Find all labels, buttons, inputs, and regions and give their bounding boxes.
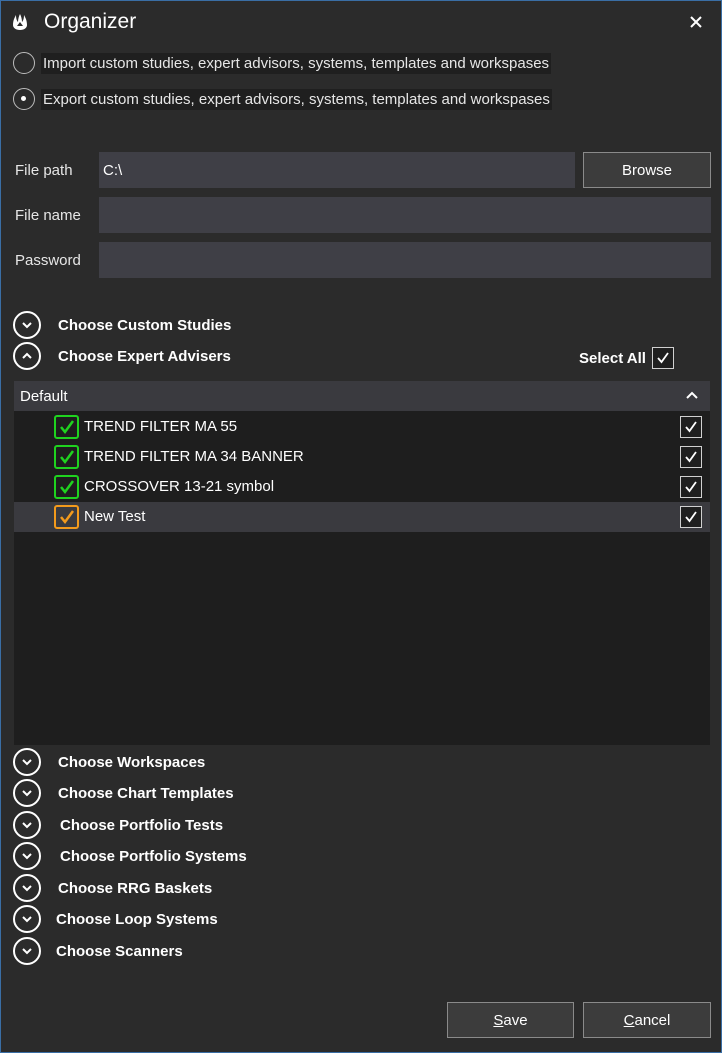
section-chart-templates-label: Choose Chart Templates — [58, 784, 234, 802]
section-loop-systems[interactable]: Choose Loop Systems — [13, 905, 218, 933]
status-warning-icon — [54, 505, 79, 529]
status-ok-icon — [54, 475, 79, 499]
import-radio[interactable] — [13, 52, 35, 74]
file-name-label: File name — [15, 207, 81, 224]
section-rrg-baskets[interactable]: Choose RRG Baskets — [13, 874, 212, 902]
section-portfolio-tests[interactable]: Choose Portfolio Tests — [13, 811, 223, 839]
section-scanners-label: Choose Scanners — [56, 942, 183, 960]
import-radio-row[interactable]: Import custom studies, expert advisors, … — [13, 51, 552, 75]
section-scanners[interactable]: Choose Scanners — [13, 937, 183, 965]
chevron-down-icon[interactable] — [13, 748, 41, 776]
export-radio-row[interactable]: Export custom studies, expert advisors, … — [13, 87, 552, 111]
expert-advisers-list: Default TREND FILTER MA 55 TREND FILTER … — [14, 381, 710, 745]
section-portfolio-systems[interactable]: Choose Portfolio Systems — [13, 842, 247, 870]
group-header[interactable]: Default — [14, 381, 710, 411]
section-portfolio-systems-label: Choose Portfolio Systems — [60, 847, 247, 865]
section-rrg-baskets-label: Choose RRG Baskets — [58, 879, 213, 897]
section-custom-studies[interactable]: Choose Custom Studies — [13, 311, 231, 339]
close-icon[interactable] — [685, 11, 707, 33]
import-radio-label: Import custom studies, expert advisors, … — [41, 52, 552, 74]
list-item-name: New Test — [84, 508, 146, 525]
list-item-name: TREND FILTER MA 55 — [84, 418, 238, 435]
section-loop-systems-label: Choose Loop Systems — [56, 910, 218, 928]
organizer-window: Organizer Import custom studies, expert … — [0, 0, 722, 1053]
status-ok-icon — [54, 445, 79, 469]
list-item-checkbox[interactable] — [680, 446, 702, 468]
chevron-down-icon[interactable] — [13, 811, 41, 839]
status-ok-icon — [54, 415, 79, 439]
list-item-checkbox[interactable] — [680, 506, 702, 528]
chevron-down-icon[interactable] — [13, 874, 41, 902]
title-bar: Organizer — [1, 1, 721, 45]
chevron-up-icon[interactable] — [682, 386, 702, 406]
section-expert-advisers-label: Choose Expert Advisers — [58, 347, 231, 365]
chevron-down-icon[interactable] — [13, 905, 41, 933]
password-input[interactable] — [99, 242, 711, 278]
chevron-down-icon[interactable] — [13, 779, 41, 807]
group-title: Default — [20, 388, 68, 405]
save-button[interactable]: Save — [447, 1002, 574, 1038]
file-name-input[interactable] — [99, 197, 711, 233]
section-workspaces[interactable]: Choose Workspaces — [13, 748, 205, 776]
section-portfolio-tests-label: Choose Portfolio Tests — [60, 816, 224, 834]
password-label: Password — [15, 252, 81, 269]
list-item[interactable]: CROSSOVER 13-21 symbol — [14, 472, 710, 502]
window-title: Organizer — [44, 10, 137, 33]
file-path-label: File path — [15, 162, 73, 179]
list-item[interactable]: TREND FILTER MA 34 BANNER — [14, 442, 710, 472]
file-path-input[interactable] — [99, 152, 575, 188]
select-all[interactable]: Select All — [579, 347, 674, 369]
app-logo-icon — [11, 13, 29, 31]
chevron-up-icon[interactable] — [13, 342, 41, 370]
chevron-down-icon[interactable] — [13, 311, 41, 339]
list-item[interactable]: TREND FILTER MA 55 — [14, 412, 710, 442]
list-item-name: TREND FILTER MA 34 BANNER — [84, 448, 304, 465]
select-all-label: Select All — [579, 349, 646, 367]
section-workspaces-label: Choose Workspaces — [58, 753, 206, 771]
list-item-name: CROSSOVER 13-21 symbol — [84, 478, 275, 495]
section-expert-advisers[interactable]: Choose Expert Advisers — [13, 342, 231, 370]
chevron-down-icon[interactable] — [13, 937, 41, 965]
chevron-down-icon[interactable] — [13, 842, 41, 870]
list-item[interactable]: New Test — [14, 502, 710, 532]
export-radio[interactable] — [13, 88, 35, 110]
select-all-checkbox[interactable] — [651, 347, 674, 369]
list-item-checkbox[interactable] — [680, 416, 702, 438]
list-item-checkbox[interactable] — [680, 476, 702, 498]
browse-button[interactable]: Browse — [583, 152, 711, 188]
export-radio-label: Export custom studies, expert advisors, … — [41, 88, 552, 110]
cancel-button[interactable]: Cancel — [583, 1002, 711, 1038]
section-chart-templates[interactable]: Choose Chart Templates — [13, 779, 234, 807]
section-custom-studies-label: Choose Custom Studies — [58, 316, 232, 334]
